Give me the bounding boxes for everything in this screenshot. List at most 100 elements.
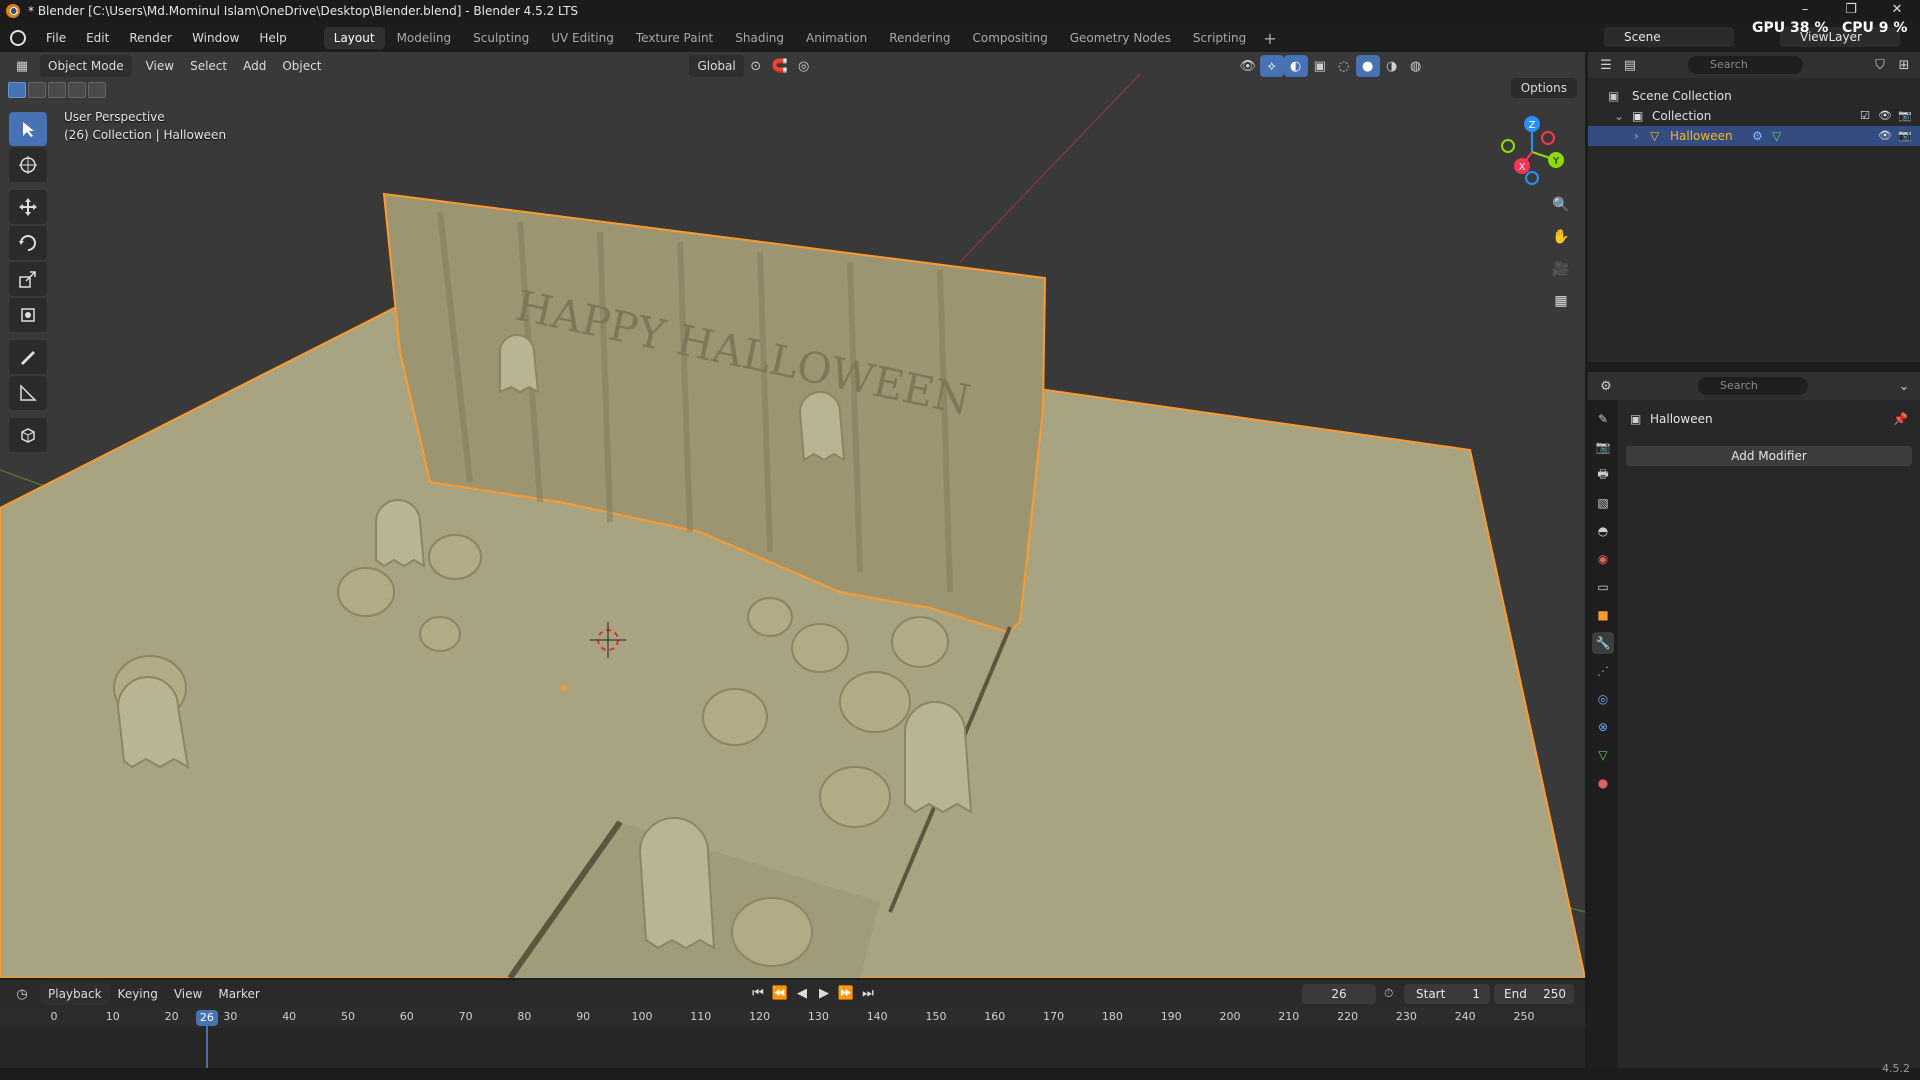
render-tab-icon[interactable]: 📷 <box>1592 436 1614 458</box>
start-frame-field[interactable]: Start 1 <box>1404 984 1490 1004</box>
pan-hand-icon[interactable]: ✋ <box>1548 224 1574 250</box>
playback-menu[interactable]: Playback <box>40 983 110 1005</box>
mode-dropdown[interactable]: Object Mode <box>40 55 132 77</box>
particles-tab-icon[interactable]: ⋰ <box>1592 660 1614 682</box>
keying-menu[interactable]: Keying <box>110 983 166 1005</box>
menu-object[interactable]: Object <box>274 55 329 77</box>
collection-eye-icon[interactable]: 👁 <box>1878 106 1892 126</box>
end-frame-field[interactable]: End 250 <box>1494 984 1574 1004</box>
tab-rendering[interactable]: Rendering <box>879 27 960 49</box>
annotate-tool-icon[interactable] <box>9 340 47 374</box>
visibility-icon[interactable]: 👁 <box>1236 55 1260 77</box>
properties-search-input[interactable]: Search <box>1698 377 1808 395</box>
data-tab-icon[interactable]: ▽ <box>1592 744 1614 766</box>
menu-add[interactable]: Add <box>235 55 274 77</box>
filter-icon[interactable]: ⛉ <box>1868 54 1892 76</box>
menu-edit[interactable]: Edit <box>76 24 119 52</box>
wireframe-shading-icon[interactable]: ◌ <box>1332 55 1356 77</box>
gizmo-toggle-icon[interactable]: ⟡ <box>1259 55 1284 77</box>
select-intersect-icon[interactable] <box>88 82 106 98</box>
collection-checkbox-icon[interactable]: ☑ <box>1858 106 1872 126</box>
object-expand-icon[interactable]: › <box>1634 126 1639 146</box>
next-keyframe-icon[interactable]: ⏩ <box>836 984 856 1004</box>
tab-animation[interactable]: Animation <box>796 27 877 49</box>
outliner-collection[interactable]: ⌄ ▣ Collection ☑ 👁 📷 <box>1588 106 1920 126</box>
play-reverse-icon[interactable]: ◀ <box>792 984 812 1004</box>
outliner-search-input[interactable]: Search <box>1688 56 1803 74</box>
pin-icon[interactable]: 📌 <box>1893 412 1908 426</box>
physics-tab-icon[interactable]: ◎ <box>1592 688 1614 710</box>
blender-menu-icon[interactable] <box>10 30 26 46</box>
new-collection-icon[interactable]: ⊞ <box>1892 54 1916 76</box>
scale-tool-icon[interactable] <box>9 262 47 296</box>
pivot-icon[interactable]: ⊙ <box>744 55 768 77</box>
editor-type-icon[interactable]: ▦ <box>10 55 34 77</box>
menu-window[interactable]: Window <box>182 24 249 52</box>
tab-geometry-nodes[interactable]: Geometry Nodes <box>1060 27 1181 49</box>
timeline-view-menu[interactable]: View <box>166 983 210 1005</box>
scene-tab-icon[interactable]: ◓ <box>1592 520 1614 542</box>
tab-texture-paint[interactable]: Texture Paint <box>626 27 723 49</box>
select-subtract-icon[interactable] <box>48 82 66 98</box>
properties-editor-type-icon[interactable]: ⚙ <box>1594 375 1618 397</box>
overlay-toggle-icon[interactable]: ◐ <box>1283 55 1308 77</box>
3d-viewport[interactable]: HAPPY HALLOWEEN ▦ Object Mode View Selec… <box>0 52 1585 978</box>
outliner-scene-collection[interactable]: ▣ Scene Collection <box>1588 86 1920 106</box>
playhead-line[interactable] <box>205 1026 208 1068</box>
tab-scripting[interactable]: Scripting <box>1183 27 1256 49</box>
timeline-track[interactable] <box>0 1028 1585 1068</box>
material-shading-icon[interactable]: ◑ <box>1380 55 1404 77</box>
select-new-icon[interactable] <box>8 82 26 98</box>
playhead-frame-indicator[interactable]: 26 <box>195 1010 218 1026</box>
preview-range-icon[interactable]: ⏱ <box>1384 986 1393 1001</box>
transform-orientation-dropdown[interactable]: Global <box>689 55 744 77</box>
xray-icon[interactable]: ▣ <box>1308 55 1332 77</box>
select-box-tool-icon[interactable] <box>9 112 47 146</box>
display-mode-icon[interactable]: ▤ <box>1618 54 1642 76</box>
menu-file[interactable]: File <box>36 24 76 52</box>
properties-options-icon[interactable]: ⌄ <box>1892 375 1916 397</box>
object-eye-icon[interactable]: 👁 <box>1878 126 1892 146</box>
maximize-button[interactable]: ❐ <box>1828 0 1874 22</box>
navigation-gizmo[interactable]: Z Y X <box>1492 112 1572 192</box>
snap-icon[interactable]: 🧲 <box>768 55 792 77</box>
tab-sculpting[interactable]: Sculpting <box>463 27 539 49</box>
add-cube-tool-icon[interactable] <box>9 418 47 452</box>
tab-compositing[interactable]: Compositing <box>962 27 1057 49</box>
current-frame-field[interactable]: 26 <box>1302 984 1376 1004</box>
add-workspace-icon[interactable]: + <box>1257 29 1282 48</box>
cursor-tool-icon[interactable] <box>9 148 47 182</box>
measure-tool-icon[interactable] <box>9 376 47 410</box>
jump-end-icon[interactable]: ⏭ <box>858 984 878 1004</box>
play-icon[interactable]: ▶ <box>814 984 834 1004</box>
proportional-edit-icon[interactable]: ◎ <box>792 55 816 77</box>
outliner-object-halloween[interactable]: › ▽ Halloween ⚙ ▽ 👁 📷 <box>1588 126 1920 146</box>
close-button[interactable]: ✕ <box>1874 0 1920 22</box>
jump-start-icon[interactable]: ⏮ <box>748 984 768 1004</box>
output-tab-icon[interactable]: 🖶 <box>1592 464 1614 486</box>
outliner-editor-type-icon[interactable]: ☰ <box>1594 54 1618 76</box>
ortho-grid-icon[interactable]: ▦ <box>1548 288 1574 314</box>
menu-view[interactable]: View <box>138 55 182 77</box>
tab-shading[interactable]: Shading <box>725 27 794 49</box>
tab-uv-editing[interactable]: UV Editing <box>541 27 624 49</box>
add-modifier-button[interactable]: Add Modifier <box>1626 446 1912 466</box>
rotate-tool-icon[interactable] <box>9 226 47 260</box>
solid-shading-icon[interactable]: ● <box>1355 55 1380 77</box>
menu-select[interactable]: Select <box>182 55 235 77</box>
options-dropdown[interactable]: Options <box>1510 78 1577 98</box>
view-layer-tab-icon[interactable]: ▧ <box>1592 492 1614 514</box>
tab-layout[interactable]: Layout <box>323 27 385 49</box>
collection-expand-icon[interactable]: ⌄ <box>1614 106 1624 126</box>
collection-camera-icon[interactable]: 📷 <box>1898 106 1912 126</box>
modifier-tab-icon[interactable]: 🔧 <box>1592 632 1614 654</box>
zoom-icon[interactable]: 🔍 <box>1548 192 1574 218</box>
object-tab-icon[interactable]: ■ <box>1592 604 1614 626</box>
tab-modeling[interactable]: Modeling <box>387 27 462 49</box>
marker-menu[interactable]: Marker <box>210 983 267 1005</box>
menu-render[interactable]: Render <box>119 24 182 52</box>
viewport-scene[interactable]: HAPPY HALLOWEEN <box>0 52 1585 978</box>
timeline-ruler[interactable]: 0 10 20 30 40 50 60 70 80 90 100 110 120 130 140 150 160… <box>0 1008 1585 1028</box>
prev-keyframe-icon[interactable]: ⏪ <box>770 984 790 1004</box>
material-tab-icon[interactable]: ● <box>1592 772 1614 794</box>
